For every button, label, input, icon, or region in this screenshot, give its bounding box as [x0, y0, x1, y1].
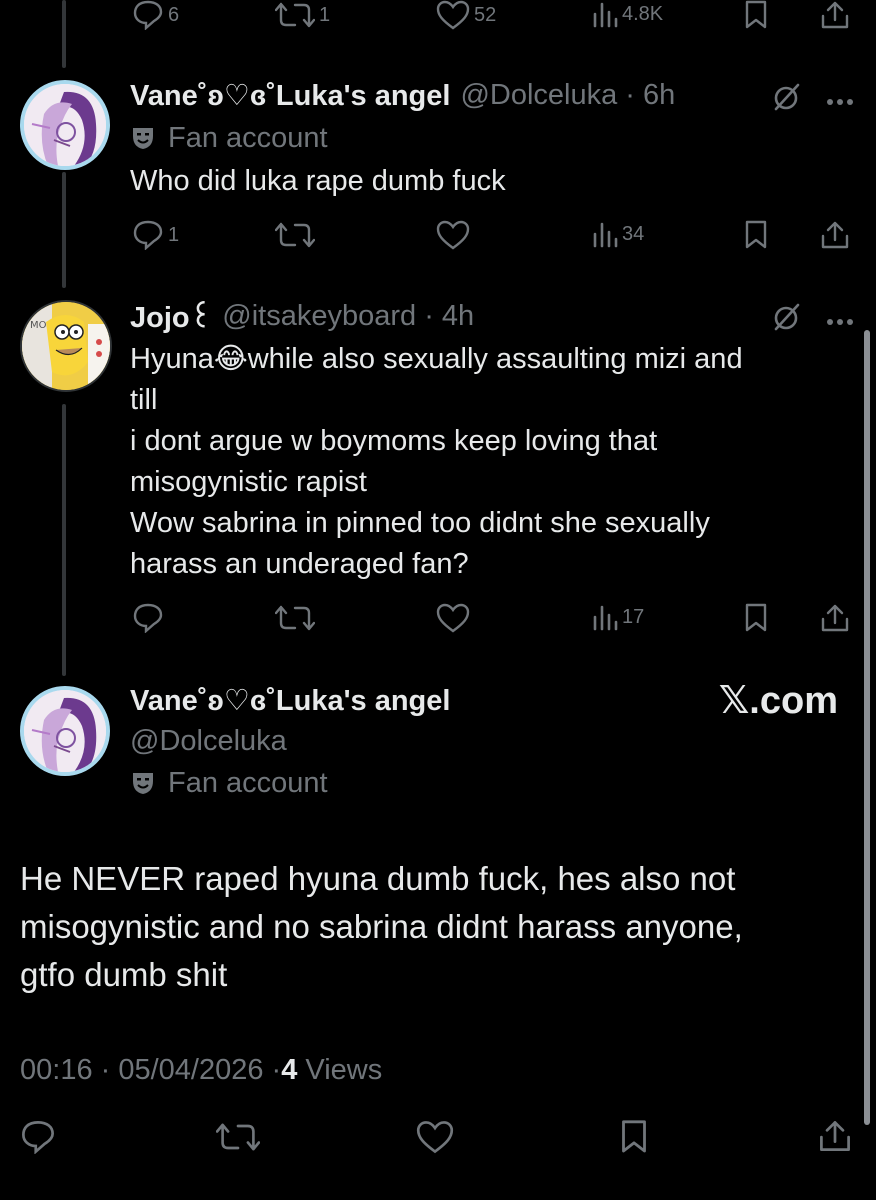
repost-button[interactable]: 1 [275, 0, 330, 30]
tweet-line: i dont argue w boymoms keep loving that [130, 425, 658, 457]
fan-account-icon [130, 125, 156, 151]
bookmark-button[interactable] [620, 1119, 648, 1155]
views-button[interactable]: 17 [592, 603, 644, 631]
bookmark-button[interactable] [744, 0, 768, 30]
display-name[interactable]: Jojo꒰ [130, 297, 212, 335]
repost-icon [275, 222, 315, 248]
reply-icon [133, 220, 163, 250]
thread-line [62, 404, 66, 676]
heart-icon [436, 603, 470, 633]
scrollbar[interactable] [864, 330, 870, 1125]
grok-icon[interactable] [772, 82, 802, 117]
reply-button[interactable] [20, 1120, 56, 1154]
repost-icon [275, 605, 315, 631]
avatar[interactable] [20, 80, 110, 170]
heart-icon [436, 0, 470, 30]
like-button[interactable] [416, 1120, 454, 1154]
bookmark-icon [745, 0, 767, 29]
repost-button[interactable] [275, 220, 315, 250]
like-count: 52 [474, 3, 497, 26]
display-name[interactable]: Vane˚ʚ♡ɞ˚Luka's angel [130, 78, 450, 113]
grok-icon[interactable] [772, 302, 802, 337]
tweet-text: Who did luka rape dumb fuck [130, 165, 506, 197]
views-count: 17 [622, 605, 645, 628]
avatar-image [24, 690, 106, 772]
analytics-icon [593, 605, 618, 631]
views-count: 4 [281, 1053, 298, 1086]
reply-icon [133, 603, 163, 633]
analytics-icon [593, 2, 618, 28]
fan-account-icon [130, 770, 156, 796]
tweet-text: Hyuna😂while also sexually assaulting miz… [130, 339, 830, 585]
tweet-line: gtfo dumb shit [20, 956, 228, 993]
avatar[interactable]: MO [20, 300, 112, 392]
tweet-text: He NEVER raped hyuna dumb fuck, hes also… [20, 855, 850, 999]
like-button[interactable]: 52 [436, 0, 496, 30]
views-button[interactable]: 4.8K [592, 0, 663, 28]
reply-icon [133, 0, 163, 30]
bookmark-icon [745, 603, 767, 632]
tweet-line: till [130, 384, 158, 416]
bookmark-icon [745, 220, 767, 249]
avatar[interactable] [20, 686, 110, 776]
heart-icon [436, 220, 470, 250]
tweet-line: misogynistic rapist [130, 466, 367, 498]
views-button[interactable]: 34 [592, 220, 644, 248]
views-count: 34 [622, 222, 645, 245]
repost-count: 1 [319, 3, 331, 26]
svg-text:MO: MO [30, 320, 47, 331]
reply-icon [22, 1121, 54, 1154]
share-icon [821, 1, 849, 29]
watermark: 𝕏.com [718, 680, 838, 722]
views-label: Views [297, 1053, 383, 1086]
bookmark-icon [622, 1120, 646, 1153]
tweet-line: He NEVER raped hyuna dumb fuck, hes also… [20, 860, 736, 897]
share-icon [821, 604, 849, 632]
handle-timestamp[interactable]: @itsakeyboard · 4h [222, 300, 474, 333]
share-icon [821, 221, 849, 249]
share-button[interactable] [820, 220, 850, 250]
display-name[interactable]: Vane˚ʚ♡ɞ˚Luka's angel [130, 683, 450, 718]
reply-count: 1 [168, 223, 180, 246]
thread-line [62, 0, 66, 68]
account-label: Fan account [168, 121, 328, 154]
share-icon [820, 1121, 850, 1151]
share-button[interactable] [820, 603, 850, 633]
tweet-line: harass an underaged fan? [130, 548, 469, 580]
bookmark-button[interactable] [744, 603, 768, 633]
tweet-line: Hyuna😂while also sexually assaulting miz… [130, 343, 743, 375]
repost-icon [216, 1123, 260, 1151]
handle-timestamp[interactable]: @Dolceluka · 6h [460, 79, 675, 112]
like-button[interactable] [436, 220, 470, 250]
like-button[interactable] [436, 603, 470, 633]
reply-button[interactable]: 1 [132, 220, 179, 250]
reply-count: 6 [168, 3, 180, 26]
handle[interactable]: @Dolceluka [130, 725, 287, 758]
timestamp[interactable]: 00:16 · 05/04/2026 · [20, 1054, 281, 1087]
analytics-icon [593, 222, 618, 248]
heart-icon [416, 1121, 454, 1154]
repost-icon [275, 2, 315, 28]
account-label: Fan account [168, 766, 328, 799]
reply-button[interactable]: 6 [132, 0, 179, 30]
more-options-icon[interactable] [826, 93, 854, 111]
bookmark-button[interactable] [744, 220, 768, 250]
tweet-line: misogynistic and no sabrina didnt harass… [20, 908, 743, 945]
tweet-line: Wow sabrina in pinned too didnt she sexu… [130, 507, 710, 539]
reply-button[interactable] [132, 603, 164, 633]
repost-button[interactable] [216, 1120, 260, 1154]
share-button[interactable] [818, 1119, 852, 1153]
avatar-image [24, 84, 106, 166]
views-count: 4.8K [622, 2, 664, 25]
share-button[interactable] [820, 0, 850, 30]
thread-line [62, 172, 66, 288]
avatar-image: MO [22, 302, 110, 390]
repost-button[interactable] [275, 603, 315, 633]
more-options-icon[interactable] [826, 313, 854, 331]
